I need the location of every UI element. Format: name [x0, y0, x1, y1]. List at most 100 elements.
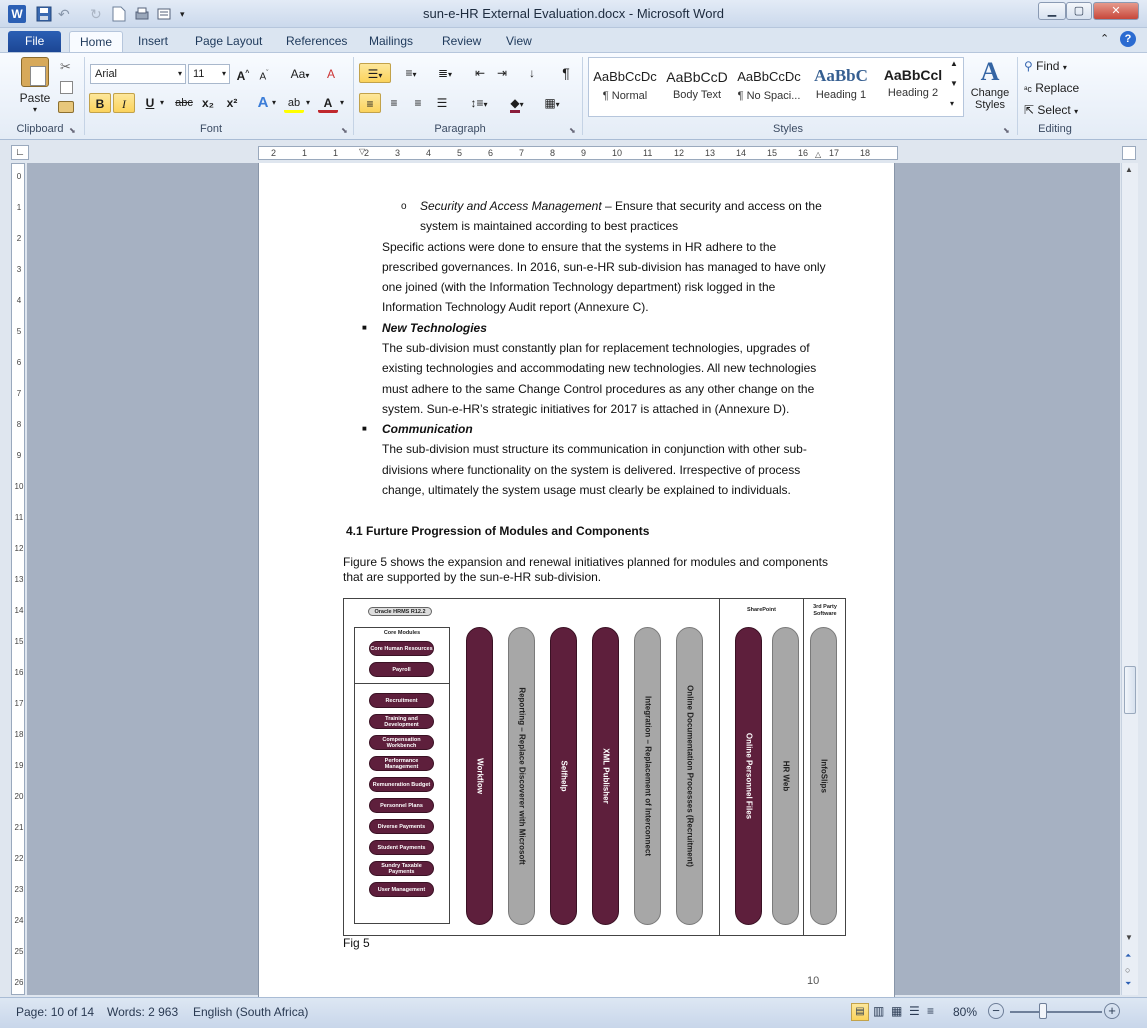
bullets-button[interactable]: ☰▾	[359, 63, 391, 83]
horizontal-ruler[interactable]: 2 1 1 2 3 4 5 6 7 8 9 10 11 12 13 14 15 16 17 18 ▽ △	[258, 146, 898, 160]
paste-button[interactable]: Paste ▾	[14, 57, 56, 119]
align-left-button[interactable]: ≡	[359, 93, 381, 113]
scroll-up-icon[interactable]: ▲	[1125, 165, 1133, 174]
vertical-ruler[interactable]: 0 1 2 3 4 5 6 7 8 9 10 11 12 13 14 15 16 17 18 19 20 21 22 23 24…	[11, 163, 25, 995]
binoculars-icon: ⚲	[1024, 59, 1033, 73]
ruler-toggle-button[interactable]: ∟	[11, 145, 29, 160]
print-layout-view-icon[interactable]: ▤	[851, 1003, 869, 1021]
paragraph-line: must adhere to the same Change Control p…	[382, 382, 815, 396]
zoom-slider-thumb[interactable]	[1039, 1003, 1047, 1019]
style-normal[interactable]: AaBbCcDc ¶ Normal	[590, 61, 660, 105]
line-spacing-button[interactable]: ↕≡▾	[466, 93, 492, 113]
minimize-ribbon-icon[interactable]: ⌃	[1100, 32, 1109, 45]
subscript-button[interactable]: x₂	[198, 93, 218, 113]
vertical-ruler-number: 15	[14, 637, 24, 646]
view-ruler-icon[interactable]	[1122, 146, 1136, 160]
align-center-button[interactable]: ≡	[383, 93, 405, 113]
align-right-button[interactable]: ≡	[407, 93, 429, 113]
close-button[interactable]: ✕	[1093, 2, 1139, 20]
tab-home[interactable]: Home	[69, 31, 124, 52]
paragraph-launcher-icon[interactable]: ⬊	[569, 126, 576, 135]
zoom-slider-track[interactable]	[1010, 1011, 1102, 1013]
tab-file[interactable]: File	[8, 31, 62, 52]
font-size-combo[interactable]: 11 ▾	[188, 64, 230, 84]
previous-page-icon[interactable]: ⏶	[1125, 951, 1131, 961]
multilevel-list-button[interactable]: ≣▾	[430, 63, 460, 83]
style-body-text[interactable]: AaBbCcD Body Text	[662, 61, 732, 105]
bold-button[interactable]: B	[89, 93, 111, 113]
web-layout-view-icon[interactable]: ▦	[891, 1004, 902, 1018]
increase-indent-icon[interactable]: ⇥	[492, 63, 512, 83]
borders-button[interactable]: ▦▾	[538, 93, 566, 113]
justify-button[interactable]: ☰	[431, 93, 453, 113]
page-count-status[interactable]: Page: 10 of 14	[16, 1005, 94, 1019]
copy-icon[interactable]	[60, 81, 73, 94]
styles-launcher-icon[interactable]: ⬊	[1003, 126, 1010, 135]
show-formatting-button[interactable]: ¶	[556, 63, 576, 83]
highlight-dropdown-icon[interactable]: ▾	[306, 98, 310, 107]
full-screen-reading-view-icon[interactable]: ▥	[873, 1004, 884, 1018]
help-icon[interactable]: ?	[1120, 31, 1136, 47]
highlight-color-button[interactable]: ab	[284, 93, 304, 113]
zoom-out-button[interactable]: −	[988, 1003, 1004, 1019]
tab-mailings[interactable]: Mailings	[359, 31, 423, 52]
select-button[interactable]: ⇱ Select ▾	[1024, 100, 1090, 120]
scroll-down-icon[interactable]: ▼	[1125, 933, 1133, 942]
underline-button[interactable]: U	[139, 93, 161, 113]
tab-insert[interactable]: Insert	[128, 31, 178, 52]
text-effects-dropdown-icon[interactable]: ▾	[272, 98, 276, 107]
sharepoint-label: SharePoint	[746, 607, 777, 613]
first-line-indent-marker[interactable]: ▽	[359, 147, 365, 156]
select-browse-object-icon[interactable]: ○	[1125, 965, 1130, 975]
style-no-spacing[interactable]: AaBbCcDc ¶ No Spaci...	[734, 61, 804, 105]
styles-scroll-up-icon[interactable]: ▲	[950, 59, 958, 68]
change-styles-button[interactable]: A Change Styles	[966, 57, 1014, 119]
style-heading-1[interactable]: AaBbC Heading 1	[806, 61, 876, 105]
style-heading-2[interactable]: AaBbCcl Heading 2	[878, 61, 948, 105]
format-painter-icon[interactable]	[58, 101, 74, 113]
minimize-button[interactable]: ▁	[1038, 2, 1066, 20]
shading-button[interactable]: ◆▾	[504, 93, 530, 113]
tab-page-layout[interactable]: Page Layout	[185, 31, 272, 52]
tab-view[interactable]: View	[496, 31, 542, 52]
shrink-font-button[interactable]: Aˇ	[255, 64, 273, 84]
figure-5[interactable]: Oracle HRMS R12.2 Core Modules Core Huma…	[343, 598, 846, 936]
superscript-button[interactable]: x²	[222, 93, 242, 113]
find-button[interactable]: ⚲ Find ▾	[1024, 56, 1084, 76]
tab-review[interactable]: Review	[432, 31, 491, 52]
right-indent-marker[interactable]: △	[815, 150, 821, 159]
numbering-button[interactable]: ≡▾	[396, 63, 426, 83]
text-effects-button[interactable]: A	[254, 93, 272, 113]
document-page[interactable]: o Security and Access Management – Ensur…	[258, 163, 895, 998]
styles-scroll-down-icon[interactable]: ▼	[950, 79, 958, 88]
underline-dropdown-icon[interactable]: ▾	[160, 98, 164, 107]
decrease-indent-icon[interactable]: ⇤	[470, 63, 490, 83]
outline-view-icon[interactable]: ☰	[909, 1004, 920, 1018]
module-pill: User Management	[369, 882, 434, 897]
tab-references[interactable]: References	[276, 31, 357, 52]
clear-formatting-icon[interactable]: A	[322, 64, 340, 84]
clipboard-launcher-icon[interactable]: ⬊	[69, 126, 76, 135]
zoom-in-button[interactable]: +	[1104, 1003, 1120, 1019]
grow-font-button[interactable]: A^	[234, 64, 252, 84]
italic-button[interactable]: I	[113, 93, 135, 113]
font-color-dropdown-icon[interactable]: ▾	[340, 98, 344, 107]
draft-view-icon[interactable]: ≡	[927, 1004, 934, 1018]
font-launcher-icon[interactable]: ⬊	[341, 126, 348, 135]
scroll-thumb[interactable]	[1124, 666, 1136, 714]
word-count-status[interactable]: Words: 2 963	[107, 1005, 178, 1019]
language-status[interactable]: English (South Africa)	[193, 1005, 308, 1019]
styles-more-icon[interactable]: ▾	[950, 99, 954, 108]
change-case-button[interactable]: Aa▾	[286, 64, 314, 84]
font-color-button[interactable]: A	[318, 93, 338, 113]
zoom-level[interactable]: 80%	[953, 1005, 977, 1019]
cut-icon[interactable]: ✂	[60, 59, 71, 75]
strikethrough-button[interactable]: abc	[172, 93, 196, 113]
next-page-icon[interactable]: ⏷	[1125, 979, 1131, 989]
font-name-combo[interactable]: Arial ▾	[90, 64, 186, 84]
maximize-button[interactable]: ▢	[1066, 2, 1092, 20]
sort-icon[interactable]: ↓	[522, 63, 542, 83]
replace-button[interactable]: ᵃc Replace	[1024, 78, 1094, 98]
vertical-scrollbar[interactable]: ▲ ▼ ⏶ ○ ⏷	[1121, 163, 1138, 995]
pillar-xml-publisher: XML Publisher	[592, 627, 619, 925]
